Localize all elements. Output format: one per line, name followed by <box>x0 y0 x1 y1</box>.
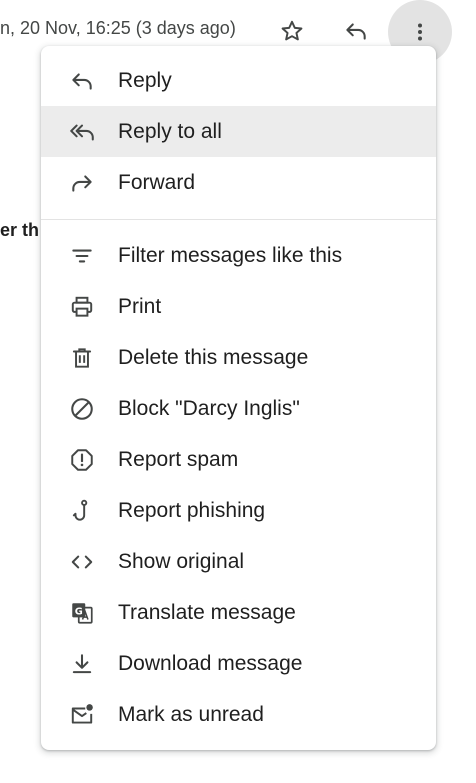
star-button[interactable] <box>272 11 312 51</box>
menu-item-label: Block "Darcy Inglis" <box>118 396 300 420</box>
download-icon <box>67 649 97 679</box>
forward-icon <box>67 168 97 198</box>
reply-all-icon <box>67 117 97 147</box>
delete-icon <box>67 343 97 373</box>
menu-item-label: Report spam <box>118 447 239 471</box>
menu-item-reply-to-all[interactable]: Reply to all <box>41 106 436 157</box>
menu-item-block-sender[interactable]: Block "Darcy Inglis" <box>41 383 436 434</box>
menu-item-label: Download message <box>118 651 303 675</box>
menu-item-reply[interactable]: Reply <box>41 55 436 106</box>
reply-icon <box>343 18 369 44</box>
menu-item-label: Show original <box>118 549 245 573</box>
menu-divider <box>41 219 436 220</box>
menu-item-label: Report phishing <box>118 498 266 522</box>
report-spam-icon <box>67 445 97 475</box>
menu-item-label: Filter messages like this <box>118 243 343 267</box>
menu-item-label: Mark as unread <box>118 702 264 726</box>
menu-item-label: Reply to all <box>118 119 222 143</box>
menu-item-label: Print <box>118 294 162 318</box>
mark-unread-icon <box>67 700 97 730</box>
more-vert-icon <box>408 20 432 44</box>
print-icon <box>67 292 97 322</box>
reply-icon <box>67 66 97 96</box>
menu-item-report-spam[interactable]: Report spam <box>41 434 436 485</box>
menu-item-translate-message[interactable]: G Translate message <box>41 587 436 638</box>
reply-button[interactable] <box>336 11 376 51</box>
menu-item-forward[interactable]: Forward <box>41 157 436 208</box>
menu-item-label: Delete this message <box>118 345 309 369</box>
block-icon <box>67 394 97 424</box>
menu-item-report-phishing[interactable]: Report phishing <box>41 485 436 536</box>
menu-item-download-message[interactable]: Download message <box>41 638 436 689</box>
filter-icon <box>67 241 97 271</box>
menu-item-mark-as-unread[interactable]: Mark as unread <box>41 689 436 740</box>
message-body-fragment: er th <box>0 220 40 240</box>
menu-item-print[interactable]: Print <box>41 281 436 332</box>
translate-icon: G <box>67 598 97 628</box>
menu-item-label: Reply <box>118 68 172 92</box>
menu-item-delete-message[interactable]: Delete this message <box>41 332 436 383</box>
message-options-menu: Reply Reply to all Forward Filter messag… <box>41 46 436 750</box>
phishing-hook-icon <box>67 496 97 526</box>
menu-item-show-original[interactable]: Show original <box>41 536 436 587</box>
menu-item-label: Forward <box>118 170 196 194</box>
star-outline-icon <box>279 18 305 44</box>
code-icon <box>67 547 97 577</box>
menu-item-label: Translate message <box>118 600 296 624</box>
menu-item-filter-messages[interactable]: Filter messages like this <box>41 230 436 281</box>
svg-text:G: G <box>75 606 83 617</box>
message-date: n, 20 Nov, 16:25 (3 days ago) <box>0 18 236 38</box>
